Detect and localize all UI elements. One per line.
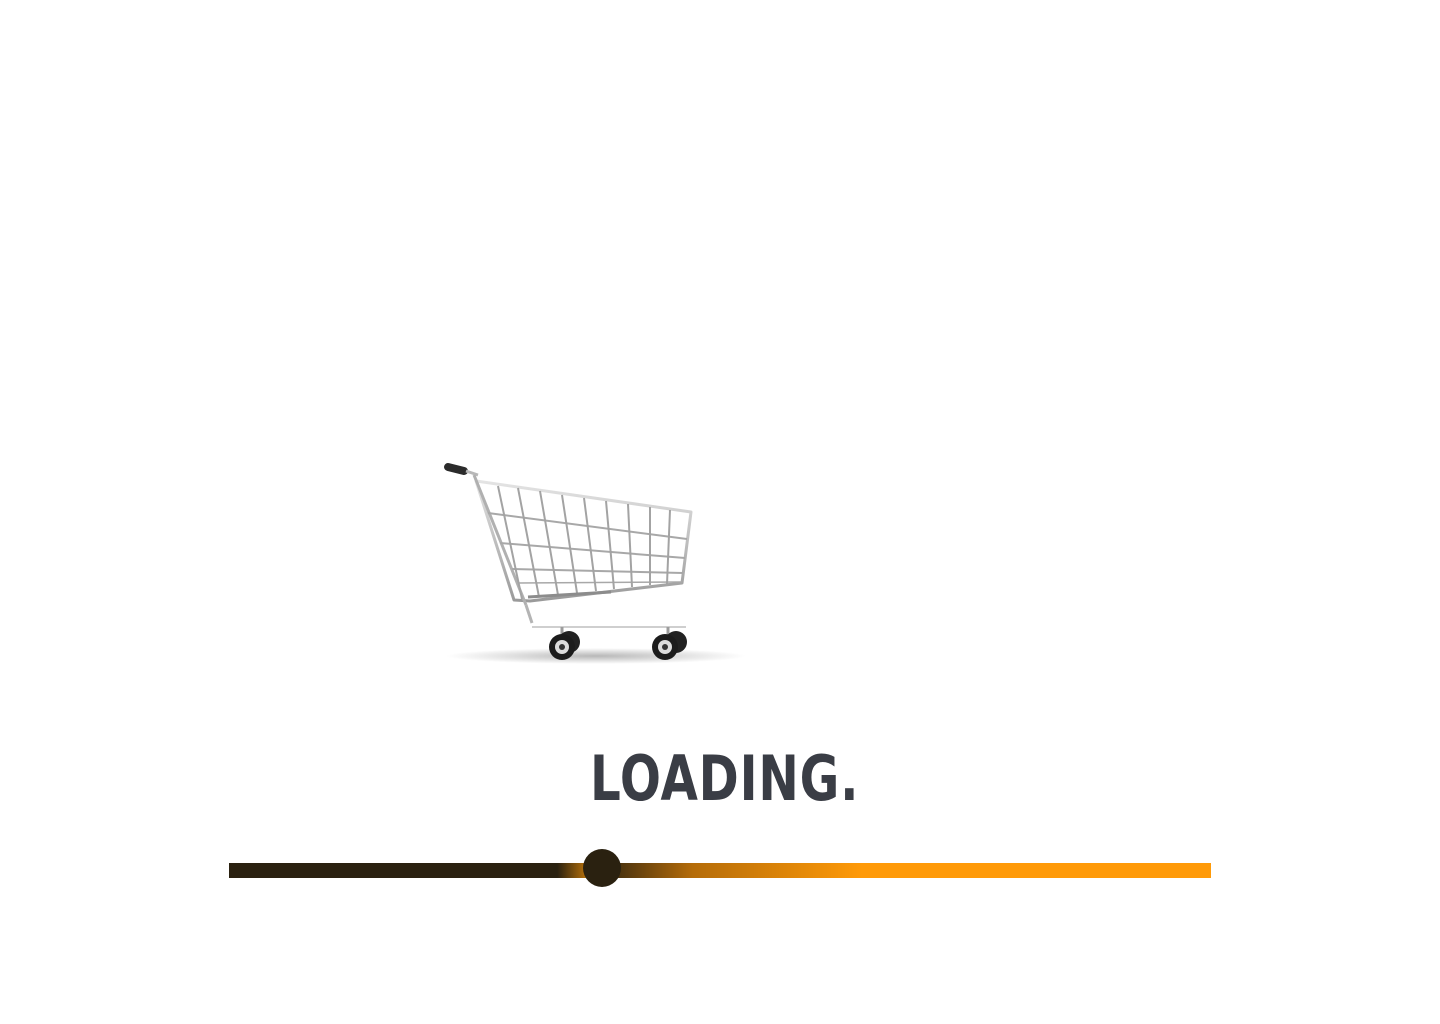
loading-screen: LOADING. — [0, 0, 1440, 1024]
progress-bar-transition — [602, 863, 862, 878]
shopping-cart-icon — [436, 455, 746, 670]
progress-bar — [229, 863, 1211, 878]
progress-knob — [583, 849, 621, 887]
loading-status-text: LOADING. — [590, 742, 860, 815]
progress-bar-fill — [229, 863, 602, 878]
